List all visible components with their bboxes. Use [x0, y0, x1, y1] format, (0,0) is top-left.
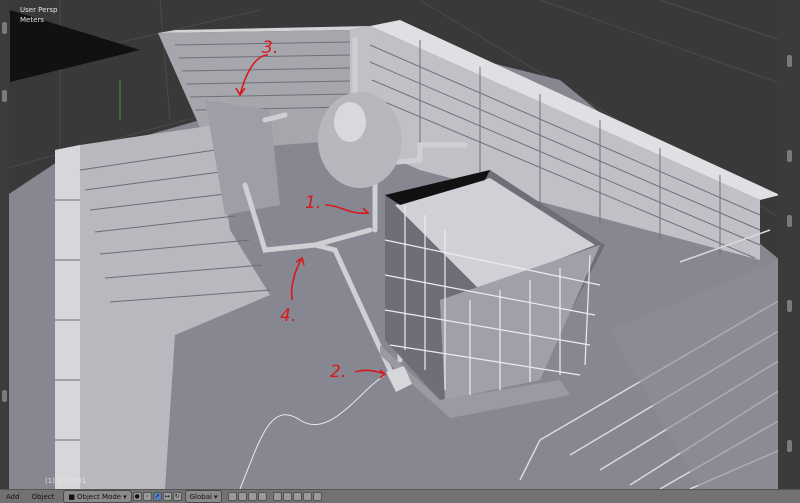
toolbar-toggle[interactable] [2, 22, 7, 34]
rotate-icon[interactable]: ↻ [172, 492, 182, 501]
render-icon[interactable] [303, 492, 313, 501]
pivot-point-icon[interactable]: ◦ [142, 492, 152, 501]
frame-label: (1) Sun.001 [45, 477, 87, 485]
translate-icon[interactable]: ↔ [162, 492, 172, 501]
orientation-label: Global [189, 492, 212, 501]
lock-icon[interactable] [273, 492, 283, 501]
properties-toggle[interactable] [787, 150, 792, 162]
viewport-header: Add Object ■ Object Mode ▾ ● ◦ ↗ ↔ ↻ Glo… [0, 489, 800, 503]
properties-toggle[interactable] [787, 55, 792, 67]
annotation-2: 2. [330, 362, 347, 382]
mode-label: Object Mode [77, 492, 122, 501]
mode-selector[interactable]: ■ Object Mode ▾ [63, 490, 132, 503]
scene-render [0, 0, 800, 489]
properties-toggle[interactable] [787, 215, 792, 227]
toolbar-strip-left[interactable] [0, 0, 9, 489]
properties-toggle[interactable] [787, 300, 792, 312]
annotation-1: 1. [305, 193, 322, 213]
view-name: User Persp [20, 6, 58, 14]
orientation-selector[interactable]: Global ▾ [184, 490, 223, 503]
layer-icon[interactable] [258, 492, 268, 501]
toolbar-toggle[interactable] [2, 390, 7, 402]
add-menu[interactable]: Add [0, 493, 26, 501]
boiler-tank [318, 92, 402, 188]
annotation-4: 4. [280, 306, 297, 326]
units-label: Meters [20, 16, 44, 24]
3d-viewport[interactable]: User Persp Meters (1) Sun.001 1. 2. 3. 4… [0, 0, 800, 489]
manipulator-icon[interactable]: ↗ [152, 492, 162, 501]
chevron-down-icon: ▾ [123, 492, 127, 501]
snap-icon[interactable] [283, 492, 293, 501]
layer-icon[interactable] [228, 492, 238, 501]
object-mode-icon: ■ [68, 492, 75, 501]
magnet-icon[interactable] [293, 492, 303, 501]
toolbar-toggle[interactable] [2, 90, 7, 102]
chevron-down-icon: ▾ [213, 492, 218, 501]
object-menu[interactable]: Object [26, 493, 61, 501]
layer-icon[interactable] [248, 492, 258, 501]
properties-strip-right[interactable] [778, 0, 800, 489]
viewport-shading-icon[interactable]: ● [132, 492, 142, 501]
camera-icon[interactable] [313, 492, 323, 501]
layer-icon[interactable] [238, 492, 248, 501]
annotation-3: 3. [262, 38, 279, 58]
properties-toggle[interactable] [787, 440, 792, 452]
